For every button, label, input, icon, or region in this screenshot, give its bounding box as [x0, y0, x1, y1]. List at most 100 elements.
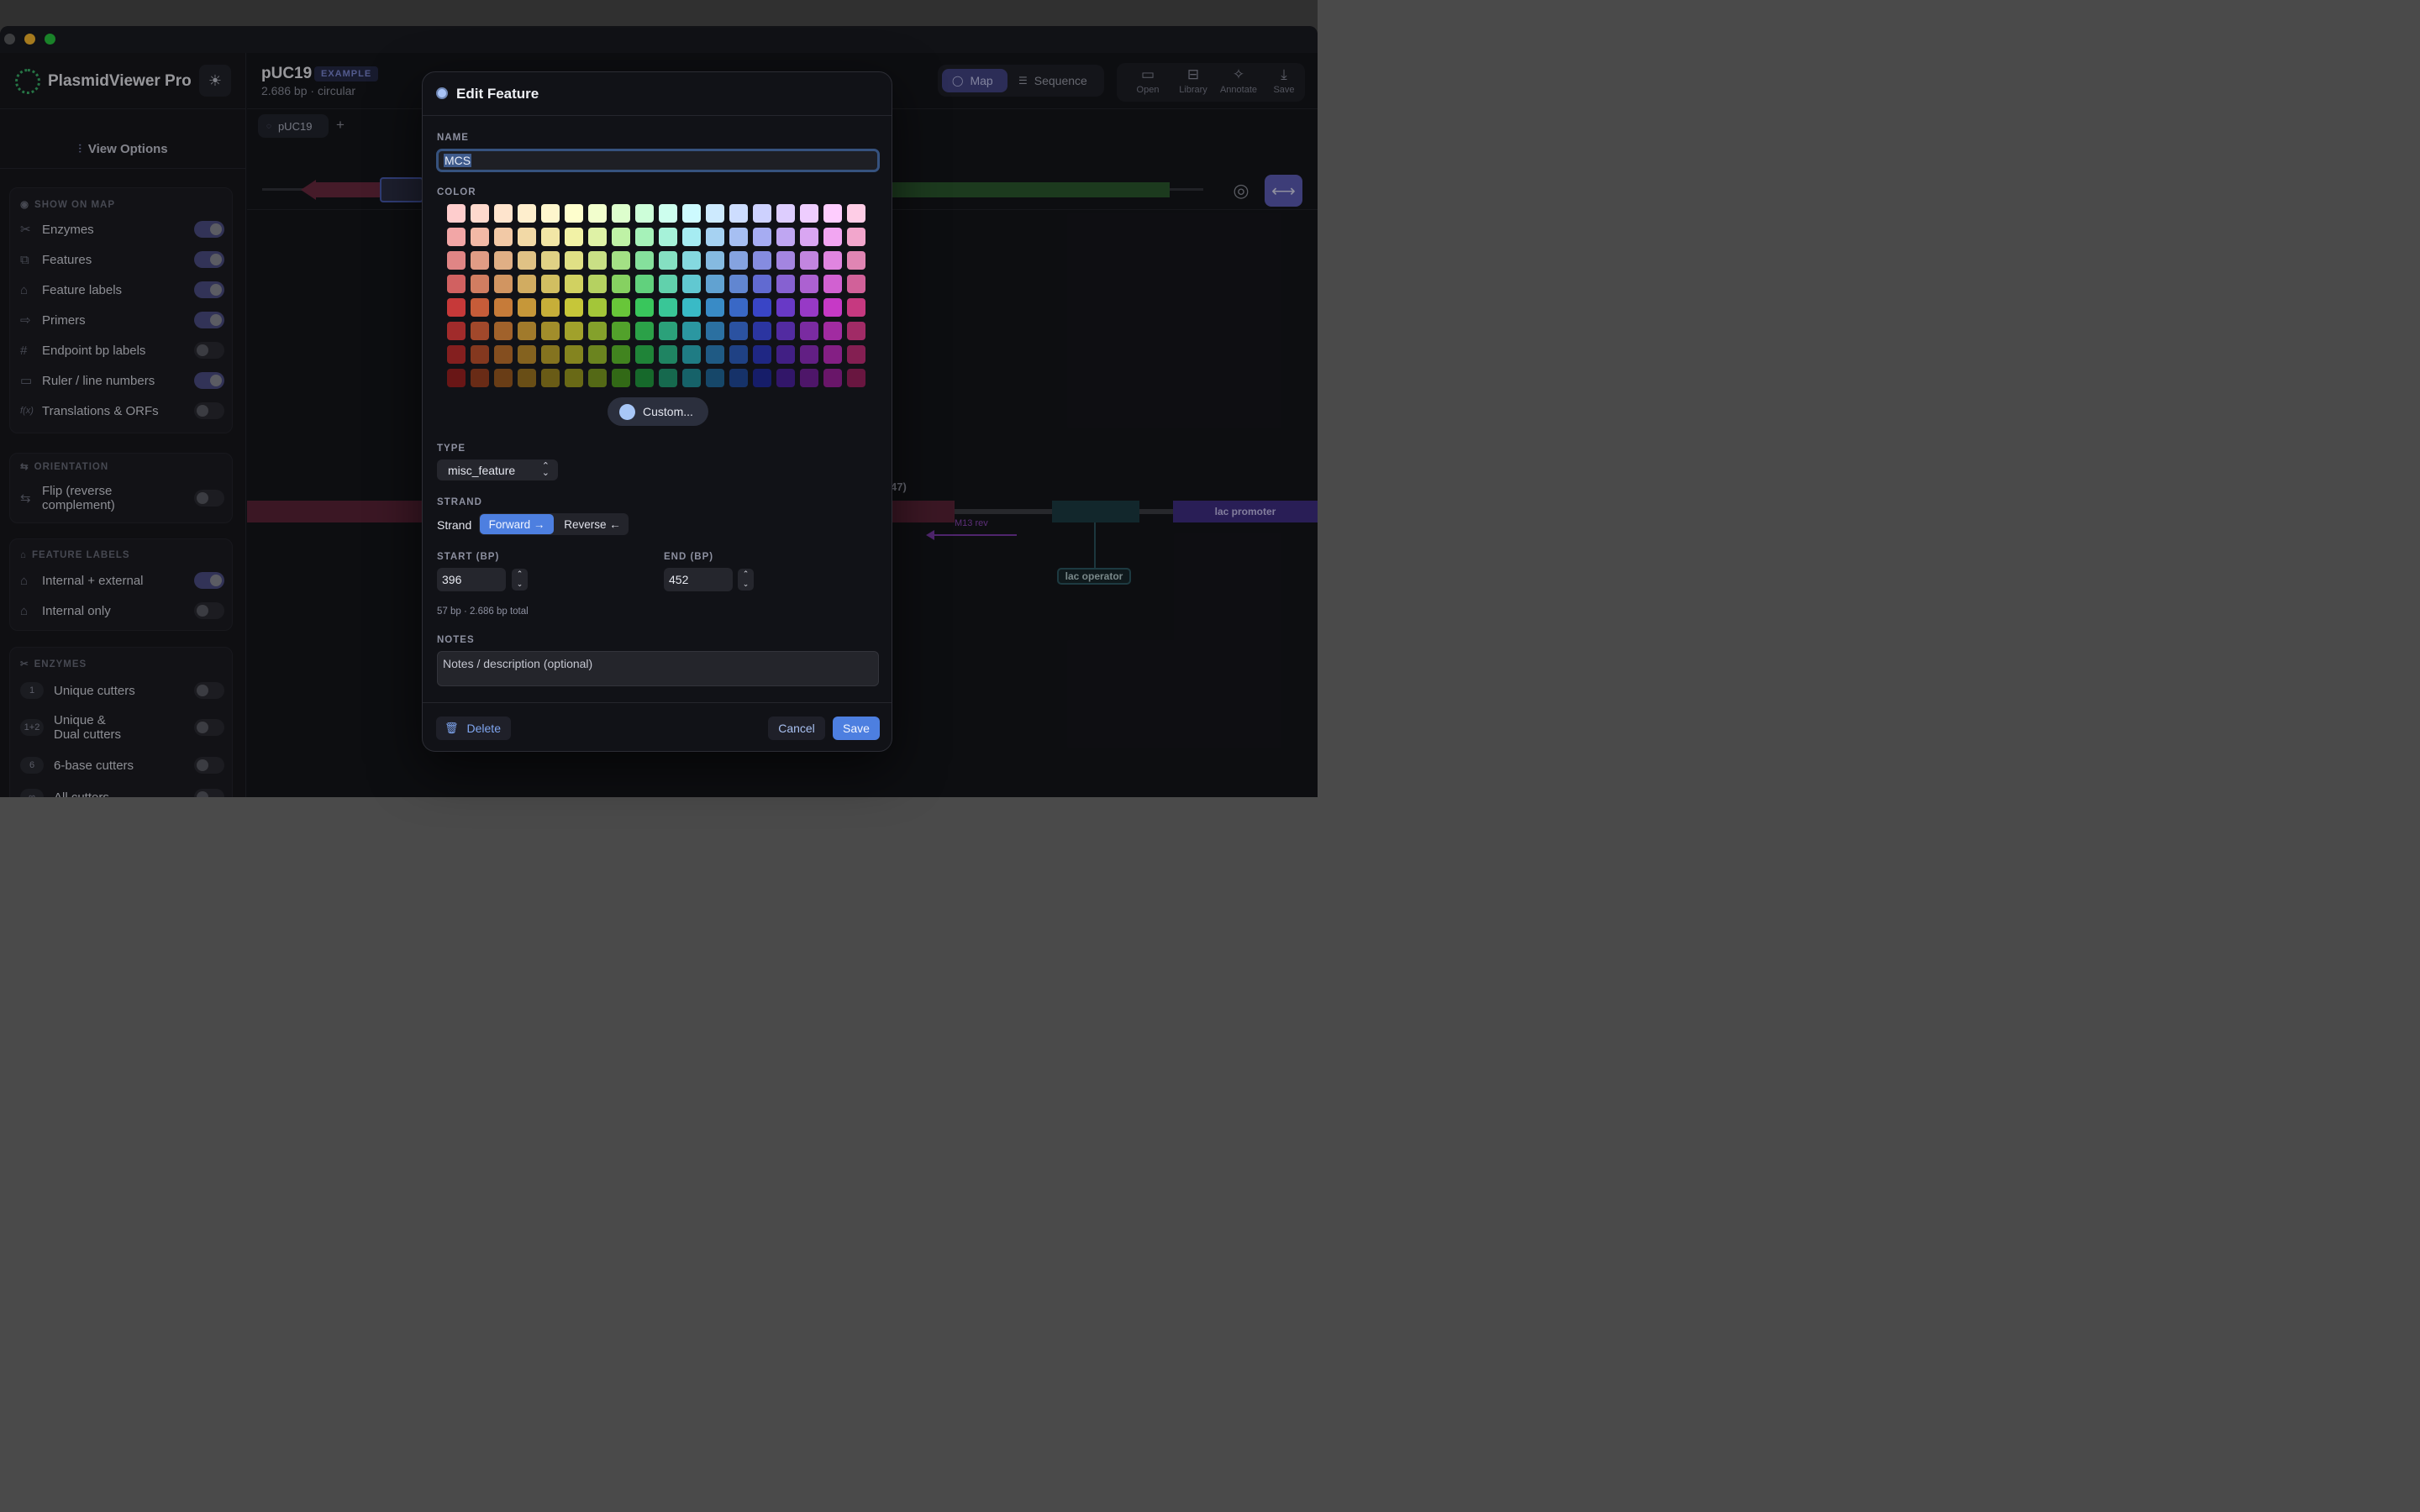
color-swatch[interactable] — [588, 204, 607, 223]
color-swatch[interactable] — [729, 251, 748, 270]
color-swatch[interactable] — [471, 345, 489, 364]
color-swatch[interactable] — [823, 298, 842, 317]
color-swatch[interactable] — [612, 345, 630, 364]
color-swatch[interactable] — [565, 322, 583, 340]
color-swatch[interactable] — [776, 369, 795, 387]
color-swatch[interactable] — [753, 275, 771, 293]
color-swatch[interactable] — [800, 369, 818, 387]
color-swatch[interactable] — [471, 228, 489, 246]
color-swatch[interactable] — [753, 298, 771, 317]
color-swatch[interactable] — [565, 298, 583, 317]
color-swatch[interactable] — [635, 345, 654, 364]
color-swatch[interactable] — [706, 298, 724, 317]
color-swatch[interactable] — [635, 322, 654, 340]
color-swatch[interactable] — [565, 369, 583, 387]
color-swatch[interactable] — [729, 298, 748, 317]
type-select[interactable]: misc_feature ⌃ ⌄ — [437, 459, 558, 480]
color-swatch[interactable] — [682, 204, 701, 223]
color-swatch[interactable] — [588, 251, 607, 270]
color-swatch[interactable] — [541, 228, 560, 246]
color-swatch[interactable] — [612, 298, 630, 317]
color-swatch[interactable] — [729, 369, 748, 387]
color-swatch[interactable] — [659, 369, 677, 387]
color-swatch[interactable] — [800, 275, 818, 293]
color-swatch[interactable] — [518, 298, 536, 317]
color-swatch[interactable] — [518, 228, 536, 246]
color-swatch[interactable] — [518, 345, 536, 364]
color-swatch[interactable] — [494, 369, 513, 387]
color-swatch[interactable] — [753, 369, 771, 387]
color-swatch[interactable] — [823, 251, 842, 270]
color-swatch[interactable] — [682, 298, 701, 317]
color-swatch[interactable] — [776, 345, 795, 364]
color-swatch[interactable] — [471, 369, 489, 387]
color-swatch[interactable] — [588, 275, 607, 293]
color-swatch[interactable] — [823, 275, 842, 293]
notes-textarea[interactable]: Notes / description (optional) — [437, 651, 879, 686]
color-swatch[interactable] — [494, 298, 513, 317]
color-swatch[interactable] — [823, 322, 842, 340]
color-swatch[interactable] — [823, 369, 842, 387]
color-swatch[interactable] — [471, 251, 489, 270]
color-swatch[interactable] — [635, 275, 654, 293]
color-swatch[interactable] — [776, 322, 795, 340]
color-swatch[interactable] — [471, 275, 489, 293]
color-swatch[interactable] — [494, 275, 513, 293]
color-swatch[interactable] — [800, 204, 818, 223]
color-swatch[interactable] — [729, 204, 748, 223]
color-swatch[interactable] — [565, 275, 583, 293]
color-swatch[interactable] — [541, 275, 560, 293]
color-swatch[interactable] — [753, 204, 771, 223]
color-swatch[interactable] — [588, 369, 607, 387]
color-swatch[interactable] — [800, 322, 818, 340]
end-input[interactable]: 452 — [664, 568, 733, 591]
color-swatch[interactable] — [447, 322, 466, 340]
color-swatch[interactable] — [659, 345, 677, 364]
color-swatch[interactable] — [518, 251, 536, 270]
color-swatch[interactable] — [823, 228, 842, 246]
color-swatch[interactable] — [447, 298, 466, 317]
color-swatch[interactable] — [565, 228, 583, 246]
custom-color-button[interactable]: Custom... — [608, 397, 708, 426]
color-swatch[interactable] — [800, 298, 818, 317]
color-swatch[interactable] — [776, 275, 795, 293]
color-swatch[interactable] — [682, 369, 701, 387]
delete-button[interactable]: 🗑 Delete — [436, 717, 511, 740]
color-swatch[interactable] — [494, 228, 513, 246]
color-swatch[interactable] — [565, 345, 583, 364]
color-swatch[interactable] — [706, 228, 724, 246]
color-swatch[interactable] — [635, 228, 654, 246]
color-swatch[interactable] — [565, 251, 583, 270]
color-swatch[interactable] — [847, 345, 865, 364]
cancel-button[interactable]: Cancel — [768, 717, 825, 740]
color-swatch[interactable] — [776, 298, 795, 317]
color-swatch[interactable] — [776, 251, 795, 270]
color-swatch[interactable] — [612, 369, 630, 387]
color-swatch[interactable] — [823, 345, 842, 364]
color-swatch[interactable] — [541, 298, 560, 317]
name-input[interactable]: MCS — [436, 149, 880, 172]
color-swatch[interactable] — [518, 369, 536, 387]
color-swatch[interactable] — [588, 228, 607, 246]
color-swatch[interactable] — [494, 204, 513, 223]
color-swatch[interactable] — [565, 204, 583, 223]
color-swatch[interactable] — [659, 275, 677, 293]
color-swatch[interactable] — [753, 345, 771, 364]
color-swatch[interactable] — [612, 228, 630, 246]
color-swatch[interactable] — [447, 369, 466, 387]
color-swatch[interactable] — [612, 322, 630, 340]
color-swatch[interactable] — [729, 345, 748, 364]
color-swatch[interactable] — [588, 345, 607, 364]
color-swatch[interactable] — [706, 369, 724, 387]
color-swatch[interactable] — [541, 204, 560, 223]
color-swatch[interactable] — [541, 322, 560, 340]
color-swatch[interactable] — [847, 369, 865, 387]
color-swatch[interactable] — [494, 251, 513, 270]
start-input[interactable]: 396 — [437, 568, 506, 591]
color-swatch[interactable] — [729, 228, 748, 246]
color-swatch[interactable] — [776, 228, 795, 246]
color-swatch[interactable] — [588, 298, 607, 317]
color-swatch[interactable] — [494, 322, 513, 340]
color-swatch[interactable] — [682, 251, 701, 270]
color-swatch[interactable] — [776, 204, 795, 223]
